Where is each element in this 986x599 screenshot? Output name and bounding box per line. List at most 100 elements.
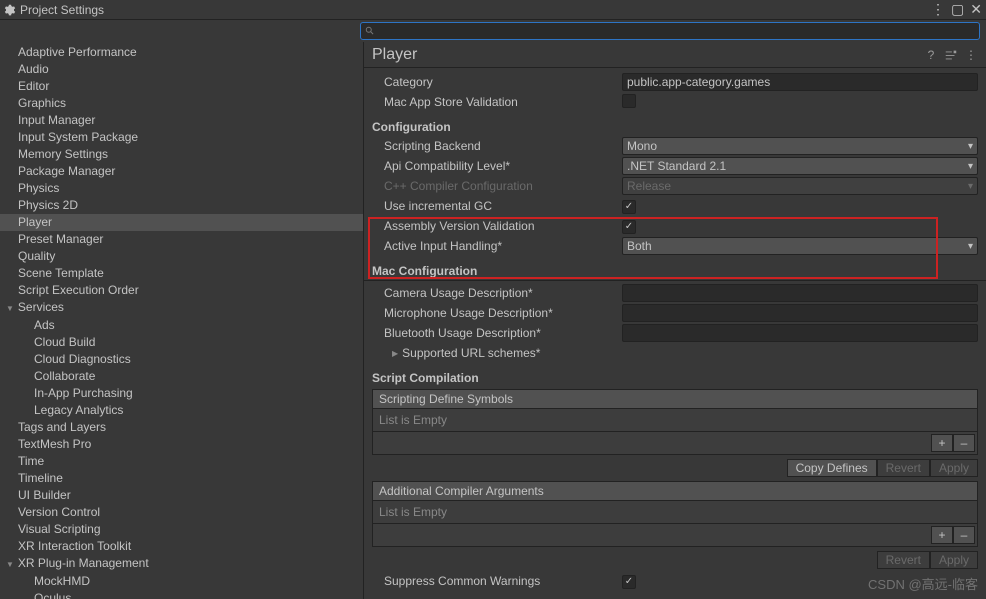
url-schemes-row[interactable]: Supported URL schemes*	[364, 343, 986, 363]
compiler-args-header: Additional Compiler Arguments	[373, 482, 977, 501]
sidebar-item[interactable]: Ads	[0, 317, 363, 334]
search-input-wrapper[interactable]	[360, 22, 980, 40]
sidebar-item[interactable]: Audio	[0, 61, 363, 78]
sidebar-item[interactable]: Services	[0, 299, 363, 317]
mic-usage-label: Microphone Usage Description*	[384, 306, 620, 320]
apply-button: Apply	[930, 459, 978, 477]
cpp-config-dropdown: Release	[622, 177, 978, 195]
sidebar-item[interactable]: Version Control	[0, 504, 363, 521]
sidebar-item[interactable]: Quality	[0, 248, 363, 265]
sidebar-item[interactable]: MockHMD	[0, 573, 363, 590]
section-configuration: Configuration	[364, 118, 986, 136]
sidebar-item[interactable]: Cloud Diagnostics	[0, 351, 363, 368]
sidebar-item[interactable]: Cloud Build	[0, 334, 363, 351]
sidebar-item[interactable]: Collaborate	[0, 368, 363, 385]
sidebar-item[interactable]: Visual Scripting	[0, 521, 363, 538]
category-input[interactable]	[622, 73, 978, 91]
sidebar-item[interactable]: TextMesh Pro	[0, 436, 363, 453]
sidebar-item[interactable]: Physics 2D	[0, 197, 363, 214]
api-compat-label: Api Compatibility Level*	[384, 159, 620, 173]
args-add-button[interactable]: +	[931, 526, 953, 544]
sidebar-item[interactable]: Legacy Analytics	[0, 402, 363, 419]
maximize-icon[interactable]: ▢	[951, 1, 964, 18]
sidebar-item[interactable]: XR Plug-in Management	[0, 555, 363, 573]
active-input-row: Active Input Handling* Both	[364, 236, 986, 256]
sidebar-item[interactable]: Script Execution Order	[0, 282, 363, 299]
section-script-compilation: Script Compilation	[364, 369, 986, 387]
more-icon[interactable]: ⋮	[964, 48, 978, 62]
mac-validation-checkbox[interactable]	[622, 94, 636, 108]
mac-validation-label: Mac App Store Validation	[384, 95, 620, 109]
sidebar-item[interactable]: Input System Package	[0, 129, 363, 146]
section-mac-config: Mac Configuration	[364, 262, 986, 281]
sidebar-item[interactable]: UI Builder	[0, 487, 363, 504]
window-title: Project Settings	[20, 3, 931, 17]
main: Adaptive PerformanceAudioEditorGraphicsI…	[0, 42, 986, 599]
active-input-label: Active Input Handling*	[384, 239, 620, 253]
define-symbols-header: Scripting Define Symbols	[373, 390, 977, 409]
content-body: Category Mac App Store Validation Config…	[364, 68, 986, 599]
sidebar: Adaptive PerformanceAudioEditorGraphicsI…	[0, 42, 364, 599]
args-remove-button[interactable]: –	[953, 526, 975, 544]
cpp-config-label: C++ Compiler Configuration	[384, 179, 620, 193]
bt-usage-label: Bluetooth Usage Description*	[384, 326, 620, 340]
sidebar-item[interactable]: Physics	[0, 180, 363, 197]
assembly-validation-row: Assembly Version Validation	[364, 216, 986, 236]
camera-usage-label: Camera Usage Description*	[384, 286, 620, 300]
window-controls: ⋮ ▢ ✕	[931, 1, 982, 18]
sidebar-item[interactable]: Timeline	[0, 470, 363, 487]
sidebar-item[interactable]: Tags and Layers	[0, 419, 363, 436]
bt-usage-input[interactable]	[622, 324, 978, 342]
sidebar-item[interactable]: In-App Purchasing	[0, 385, 363, 402]
compiler-args-empty: List is Empty	[373, 501, 977, 523]
suppress-warnings-row: Suppress Common Warnings	[364, 571, 986, 591]
sidebar-item[interactable]: XR Interaction Toolkit	[0, 538, 363, 555]
suppress-warnings-label: Suppress Common Warnings	[384, 574, 620, 588]
sidebar-item[interactable]: Package Manager	[0, 163, 363, 180]
suppress-warnings-checkbox[interactable]	[622, 575, 636, 589]
scripting-backend-row: Scripting Backend Mono	[364, 136, 986, 156]
incremental-gc-row: Use incremental GC	[364, 196, 986, 216]
titlebar: Project Settings ⋮ ▢ ✕	[0, 0, 986, 20]
cpp-config-row: C++ Compiler Configuration Release	[364, 176, 986, 196]
assembly-validation-label: Assembly Version Validation	[384, 219, 620, 233]
mac-validation-row: Mac App Store Validation	[364, 92, 986, 112]
category-label: Category	[384, 75, 620, 89]
scripting-backend-dropdown[interactable]: Mono	[622, 137, 978, 155]
camera-usage-input[interactable]	[622, 284, 978, 302]
sidebar-item[interactable]: Scene Template	[0, 265, 363, 282]
sidebar-item[interactable]: Input Manager	[0, 112, 363, 129]
url-schemes-foldout[interactable]: Supported URL schemes*	[384, 346, 540, 360]
copy-defines-button[interactable]: Copy Defines	[787, 459, 877, 477]
sidebar-item[interactable]: Graphics	[0, 95, 363, 112]
menu-icon[interactable]: ⋮	[931, 1, 945, 18]
category-row: Category	[364, 72, 986, 92]
compiler-args-list: Additional Compiler Arguments List is Em…	[372, 481, 978, 547]
revert2-button: Revert	[877, 551, 930, 569]
sidebar-item[interactable]: Adaptive Performance	[0, 44, 363, 61]
define-symbols-list: Scripting Define Symbols List is Empty +…	[372, 389, 978, 455]
define-symbols-empty: List is Empty	[373, 409, 977, 431]
close-icon[interactable]: ✕	[970, 1, 982, 18]
define-remove-button[interactable]: –	[953, 434, 975, 452]
search-icon	[365, 26, 375, 36]
help-icon[interactable]: ?	[924, 48, 938, 62]
search-input[interactable]	[379, 25, 975, 37]
content-header: Player ? ⋮	[364, 42, 986, 68]
sidebar-item[interactable]: Preset Manager	[0, 231, 363, 248]
api-compat-dropdown[interactable]: .NET Standard 2.1	[622, 157, 978, 175]
assembly-validation-checkbox[interactable]	[622, 220, 636, 234]
sidebar-item[interactable]: Memory Settings	[0, 146, 363, 163]
define-add-button[interactable]: +	[931, 434, 953, 452]
content: Player ? ⋮ Category Mac App Store Valida…	[364, 42, 986, 599]
sidebar-item[interactable]: Oculus	[0, 590, 363, 599]
sidebar-item[interactable]: Player	[0, 214, 363, 231]
incremental-gc-checkbox[interactable]	[622, 200, 636, 214]
settings-icon[interactable]	[944, 48, 958, 62]
mic-usage-input[interactable]	[622, 304, 978, 322]
sidebar-item[interactable]: Editor	[0, 78, 363, 95]
incremental-gc-label: Use incremental GC	[384, 199, 620, 213]
page-title: Player	[372, 46, 924, 64]
active-input-dropdown[interactable]: Both	[622, 237, 978, 255]
sidebar-item[interactable]: Time	[0, 453, 363, 470]
